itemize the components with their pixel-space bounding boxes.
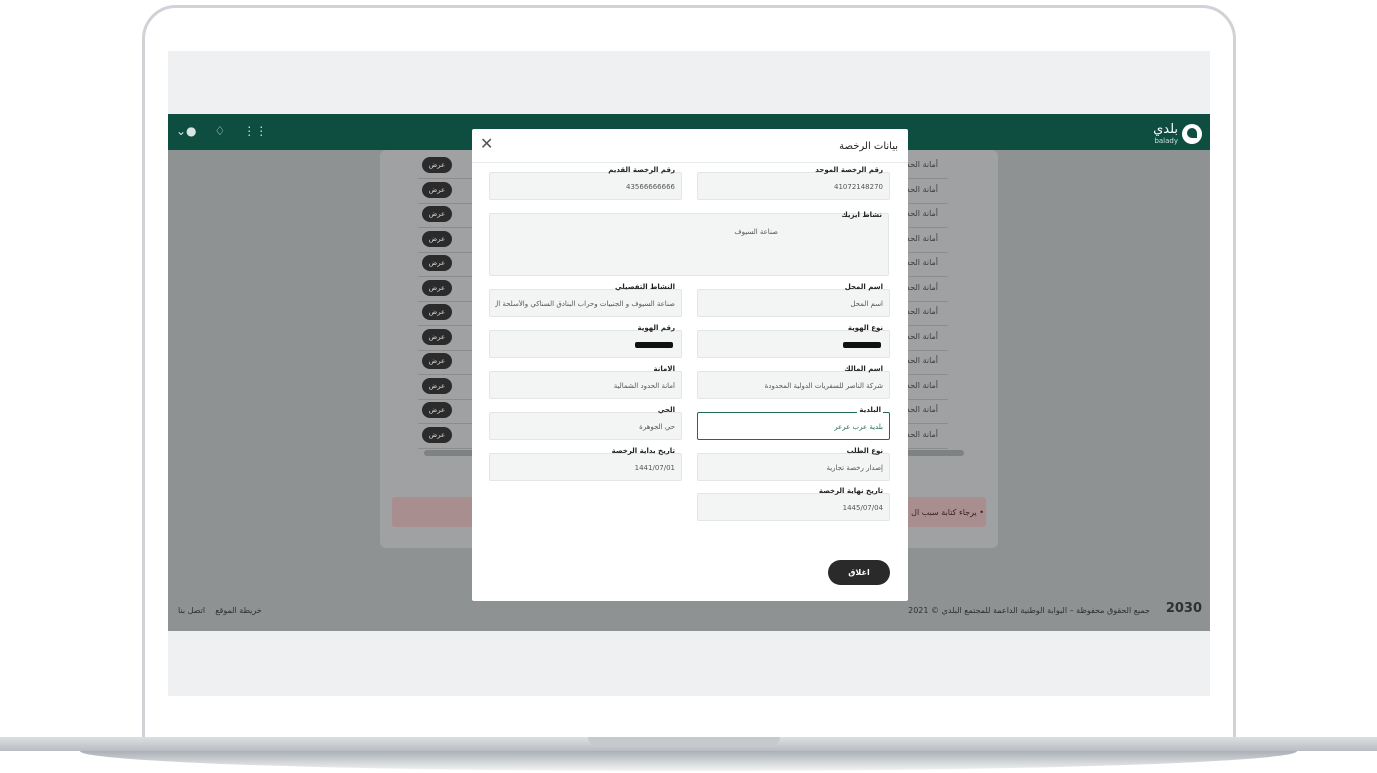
isic-activity-textarea[interactable]: نشاط ايزيك صناعة السيوف	[489, 211, 889, 276]
grid-icon[interactable]: ⋮⋮	[243, 124, 267, 138]
nav-icons: ⌄● ♢ ⋮⋮	[176, 124, 267, 138]
redacted-value	[843, 342, 881, 348]
field-label: الحي	[657, 406, 675, 414]
request-type-field[interactable]: نوع الطلب إصدار رخصة تجارية	[697, 447, 890, 481]
row-label: أمانة الحد	[906, 282, 939, 292]
license-end-field[interactable]: تاريخ نهاية الرخصة 1445/07/04	[697, 487, 890, 521]
field-value: أمانة الحدود الشمالية	[613, 382, 675, 390]
view-button[interactable]: عرض	[422, 206, 452, 222]
base-notch	[588, 737, 780, 747]
municipality-field[interactable]: البلدية بلدية عرب عرعر	[697, 406, 890, 440]
field-value: بلدية عرب عرعر	[834, 423, 883, 431]
redacted-value	[635, 342, 673, 348]
license-start-field[interactable]: تاريخ بداية الرخصة 1441/07/01	[489, 447, 682, 481]
field-label: نوع الهوية	[847, 324, 883, 332]
view-button[interactable]: عرض	[422, 377, 452, 394]
modal-title: بيانات الرخصة	[839, 141, 898, 152]
view-button[interactable]: عرض	[422, 255, 452, 271]
view-button[interactable]: عرض	[422, 157, 452, 173]
amanah-field[interactable]: الامانة أمانة الحدود الشمالية	[489, 365, 682, 399]
view-button[interactable]: عرض	[422, 304, 452, 320]
field-label: اسم المالك	[844, 365, 883, 373]
row-label: أمانة الحد	[906, 184, 939, 194]
bell-icon[interactable]: ♢	[215, 124, 226, 138]
detailed-activity-field[interactable]: النشاط التفصيلي صناعة السيوف و الجنبيات …	[489, 283, 682, 317]
row-label: أمانة الحد	[906, 258, 939, 267]
field-value: 43566666666	[626, 183, 675, 191]
field-label: تاريخ بداية الرخصة	[611, 447, 675, 455]
id-number-field[interactable]: رقم الهوية	[489, 324, 682, 358]
view-button[interactable]: عرض	[422, 181, 452, 198]
vision-2030-logo: 2030	[1165, 601, 1202, 616]
field-label: نشاط ايزيك	[841, 211, 882, 219]
owner-name-field[interactable]: اسم المالك شركة الناصر للسفريات الدولية …	[697, 365, 890, 399]
field-label: نوع الطلب	[846, 447, 883, 455]
field-value: 1441/07/01	[634, 464, 675, 472]
view-button[interactable]: عرض	[422, 279, 452, 296]
footer-link-sitemap[interactable]: خريطة الموقع	[215, 606, 261, 615]
footer-copyright: جميع الحقوق محفوظة – البوابة الوطنية الد…	[908, 606, 1150, 615]
row-label: أمانة الحد	[906, 307, 939, 316]
row-label: أمانة الحد	[906, 429, 939, 439]
base-shadow	[80, 751, 1297, 771]
footer-link-contact[interactable]: اتصل بنا	[178, 606, 205, 615]
row-label: أمانة الحد	[906, 356, 939, 365]
field-value: 1445/07/04	[842, 504, 883, 512]
brand-name: بلدي	[1153, 122, 1178, 137]
view-button[interactable]: عرض	[422, 426, 452, 443]
license-details-modal: بيانات الرخصة ✕ رقم الرخصة الموحد 410721…	[472, 129, 908, 601]
field-label: رقم الرخصة الموحد	[815, 166, 883, 174]
field-value: إصدار رخصة تجارية	[826, 464, 883, 472]
field-label: اسم المحل	[844, 283, 883, 291]
field-label: الامانة	[653, 365, 675, 373]
field-value: صناعة السيوف	[734, 228, 778, 236]
row-label: أمانة الحد	[906, 209, 939, 218]
view-button[interactable]: عرض	[422, 402, 452, 418]
id-type-field[interactable]: نوع الهوية	[697, 324, 890, 358]
close-icon[interactable]: ✕	[480, 136, 494, 152]
field-value: 41072148270	[834, 183, 883, 191]
old-license-field[interactable]: رقم الرخصة القديم 43566666666	[489, 166, 682, 200]
user-menu-icon[interactable]: ⌄●	[176, 124, 197, 138]
brand-logo[interactable]: بلدي balady	[1153, 122, 1202, 145]
field-label: البلدية	[857, 406, 883, 414]
modal-header: بيانات الرخصة ✕	[472, 129, 908, 163]
field-label: تاريخ نهاية الرخصة	[818, 487, 883, 495]
laptop-base	[0, 737, 1377, 773]
close-button[interactable]: اغلاق	[828, 560, 890, 585]
footer-links: خريطة الموقع اتصل بنا	[178, 606, 262, 615]
view-button[interactable]: عرض	[422, 353, 452, 369]
row-label: أمانة الحد	[906, 331, 939, 341]
row-label: أمانة الحد	[906, 160, 939, 169]
field-value: اسم المحل	[850, 300, 883, 308]
shop-name-field[interactable]: اسم المحل اسم المحل	[697, 283, 890, 317]
alert-text: • يرجاء كتابة سبب ال	[911, 508, 984, 517]
field-label: النشاط التفصيلي	[615, 283, 675, 291]
unified-license-field[interactable]: رقم الرخصة الموحد 41072148270	[697, 166, 890, 200]
field-value: صناعة السيوف و الجنبيات وحراب البنادق ال…	[495, 300, 675, 308]
view-button[interactable]: عرض	[422, 230, 452, 247]
district-field[interactable]: الحي حي الجوهرة	[489, 406, 682, 440]
row-label: أمانة الحد	[906, 233, 939, 243]
balady-logo-icon	[1182, 123, 1202, 144]
view-button[interactable]: عرض	[422, 328, 452, 345]
row-label: أمانة الحد	[906, 380, 939, 390]
row-label: أمانة الحد	[906, 405, 939, 414]
brand-sub: balady	[1154, 137, 1178, 145]
screen: بلدي balady ⌄● ♢ ⋮⋮ عرض أمانة الحد عرض أمان…	[168, 51, 1210, 696]
field-label: رقم الرخصة القديم	[608, 166, 675, 174]
field-value: حي الجوهرة	[639, 423, 675, 431]
field-label: رقم الهوية	[637, 324, 675, 332]
field-value: شركة الناصر للسفريات الدولية المحدودة	[764, 382, 883, 390]
